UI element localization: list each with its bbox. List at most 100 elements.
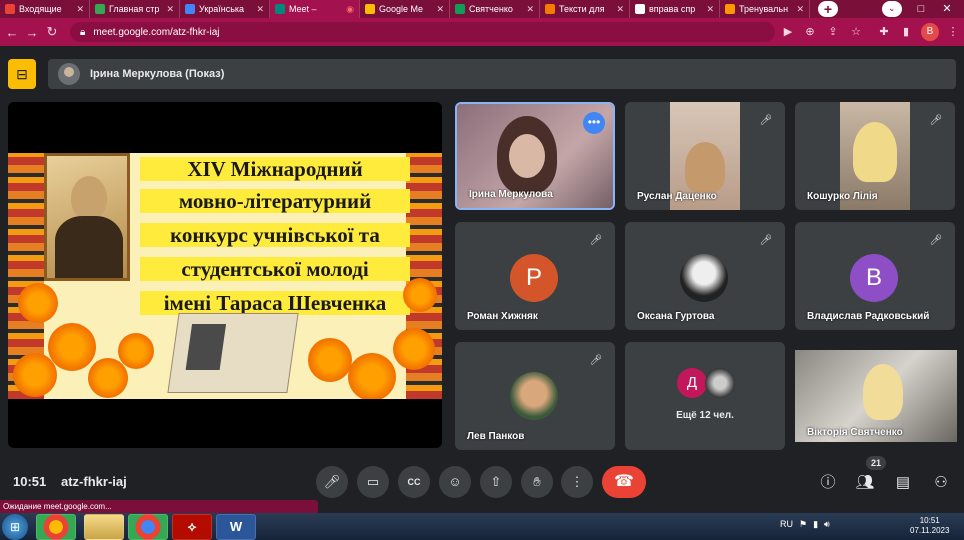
sheets-icon xyxy=(455,4,465,14)
chrome-icon[interactable] xyxy=(36,514,76,540)
participant-name: Кошурко Лілія xyxy=(807,191,878,202)
system-clock[interactable]: 10:51 07.11.2023 xyxy=(910,516,949,536)
face-image xyxy=(509,134,545,178)
emoji-icon[interactable]: ☺ xyxy=(439,466,471,498)
info-icon[interactable]: ⓘ xyxy=(817,472,839,494)
captions-icon[interactable]: CC xyxy=(398,466,430,498)
flower-image xyxy=(348,353,396,399)
tab-label: Meet – xyxy=(289,4,317,14)
tab-meet[interactable]: Meet – ◉ xyxy=(270,0,360,18)
forward-icon[interactable]: → xyxy=(22,25,42,40)
bookmark-star-icon[interactable]: ☆ xyxy=(848,25,864,38)
participant-count-badge: 21 xyxy=(866,456,886,470)
flag-icon[interactable]: ⚑ xyxy=(799,519,807,530)
close-icon[interactable]: ✕ xyxy=(256,4,264,15)
explorer-icon[interactable] xyxy=(84,514,124,540)
url-field[interactable]: 🔒︎ meet.google.com/atz-fhkr-iaj xyxy=(70,22,775,42)
menu-kebab-icon[interactable]: ⋮ xyxy=(945,25,961,38)
close-window-icon[interactable]: ✕ xyxy=(938,0,956,18)
volume-icon[interactable]: 🔊︎ xyxy=(824,519,830,530)
chat-icon[interactable]: ▤ xyxy=(892,472,914,494)
tab-google-meet[interactable]: Google Me ✕ xyxy=(360,0,450,18)
raise-hand-icon[interactable]: ✋︎ xyxy=(521,466,553,498)
sidepanel-icon[interactable]: ▮ xyxy=(898,25,914,38)
slide-line: імені Тараса Шевченка xyxy=(140,291,410,315)
tab-exercise[interactable]: вправа спр ✕ xyxy=(630,0,720,18)
flower-image xyxy=(13,353,57,397)
mic-off-icon: 🎤︎ xyxy=(925,230,947,252)
leave-call-icon[interactable]: ☎︎ xyxy=(602,466,646,498)
present-screen-icon[interactable]: ⇧ xyxy=(480,466,512,498)
flower-image xyxy=(308,338,352,382)
start-button[interactable]: ⊞ xyxy=(2,514,28,540)
close-icon[interactable]: ✕ xyxy=(796,4,804,15)
new-tab-button[interactable]: + xyxy=(818,1,838,17)
presentation-icon[interactable]: ⊟ xyxy=(8,59,36,89)
close-icon[interactable]: ✕ xyxy=(436,4,444,15)
participant-name: Руслан Даценко xyxy=(637,191,717,202)
tab-texts[interactable]: Тексти для ✕ xyxy=(540,0,630,18)
participant-tile[interactable]: 🎤︎ Кошурко Лілія xyxy=(795,102,955,210)
participant-tile[interactable]: ••• Ірина Меркулова xyxy=(455,102,615,210)
more-options-icon[interactable]: ••• xyxy=(583,112,605,134)
site-icon xyxy=(545,4,555,14)
tab-training[interactable]: Тренувальн ✕ xyxy=(720,0,810,18)
lock-icon: 🔒︎ xyxy=(80,26,86,38)
avatar: Д xyxy=(677,368,707,398)
tab-main[interactable]: Главная стр ✕ xyxy=(90,0,180,18)
meet-icon xyxy=(365,4,375,14)
back-icon[interactable]: ← xyxy=(2,25,22,40)
close-icon[interactable]: ✕ xyxy=(706,4,714,15)
network-icon[interactable]: ▮ xyxy=(813,519,818,530)
tab-sheets[interactable]: Святченко ✕ xyxy=(450,0,540,18)
mic-off-icon: 🎤︎ xyxy=(585,230,607,252)
participant-tile[interactable]: 🎤︎ Лев Панков xyxy=(455,342,615,450)
acrobat-icon[interactable]: ⟡ xyxy=(172,514,212,540)
maximize-icon[interactable]: □ xyxy=(912,0,930,18)
tab-label: вправа спр xyxy=(649,4,696,14)
others-tile[interactable]: Д Ещё 12 чел. xyxy=(625,342,785,450)
participant-tile[interactable]: Р 🎤︎ Роман Хижняк xyxy=(455,222,615,330)
avatar xyxy=(510,372,558,420)
meeting-time: 10:51 xyxy=(13,474,47,489)
tab-strip: Входящие ✕ Главная стр ✕ Українська ✕ Meet … xyxy=(0,0,964,18)
chrome-profile-icon[interactable] xyxy=(128,514,168,540)
mic-off-icon: 🎤︎ xyxy=(755,230,777,252)
people-icon[interactable]: 👥︎ xyxy=(854,472,876,494)
close-icon[interactable]: ✕ xyxy=(616,4,624,15)
mic-off-icon: 🎤︎ xyxy=(755,110,777,132)
participant-tile[interactable]: 🎤︎ Оксана Гуртова xyxy=(625,222,785,330)
participant-tile[interactable]: В 🎤︎ Владислав Радковський xyxy=(795,222,955,330)
minimize-icon[interactable]: – xyxy=(886,0,904,18)
presentation-stage[interactable]: XIV Міжнародний мовно-літературний конку… xyxy=(8,102,442,448)
zoom-icon[interactable]: ⊕ xyxy=(802,25,818,38)
close-icon[interactable]: ✕ xyxy=(526,4,534,15)
camera-icon[interactable]: ▶ xyxy=(780,25,796,38)
mic-icon[interactable]: 🎤︎ xyxy=(316,466,348,498)
portrait-image xyxy=(44,153,130,281)
participant-name: Лев Панков xyxy=(467,431,525,442)
extensions-icon[interactable]: ✚ xyxy=(876,25,892,38)
meet-icon xyxy=(275,4,285,14)
language-indicator[interactable]: RU xyxy=(780,519,793,530)
tab-label: Тексти для xyxy=(559,4,605,14)
gmail-icon xyxy=(5,4,15,14)
word-icon[interactable]: W xyxy=(216,514,256,540)
tab-label: Святченко xyxy=(469,4,513,14)
close-icon[interactable]: ✕ xyxy=(76,4,84,15)
profile-avatar[interactable]: B xyxy=(921,23,939,41)
camera-icon[interactable]: ▭ xyxy=(357,466,389,498)
share-icon[interactable]: ⇪ xyxy=(825,25,841,38)
more-options-icon[interactable]: ⋮ xyxy=(561,466,593,498)
presenter-bar[interactable]: Ірина Меркулова (Показ) xyxy=(48,59,956,89)
tab-ukrainian[interactable]: Українська ✕ xyxy=(180,0,270,18)
tab-gmail[interactable]: Входящие ✕ xyxy=(0,0,90,18)
reload-icon[interactable]: ↻ xyxy=(42,24,62,40)
close-icon[interactable]: ✕ xyxy=(166,4,174,15)
participant-tile[interactable]: 🎤︎ Руслан Даценко xyxy=(625,102,785,210)
activities-icon[interactable]: ⚇ xyxy=(930,472,952,494)
url-text: meet.google.com/atz-fhkr-iaj xyxy=(93,26,220,38)
clock-date: 07.11.2023 xyxy=(910,526,950,535)
participant-tile[interactable]: Вікторія Святченко xyxy=(795,350,957,442)
status-bar: Ожидание meet.google.com... xyxy=(0,500,318,513)
